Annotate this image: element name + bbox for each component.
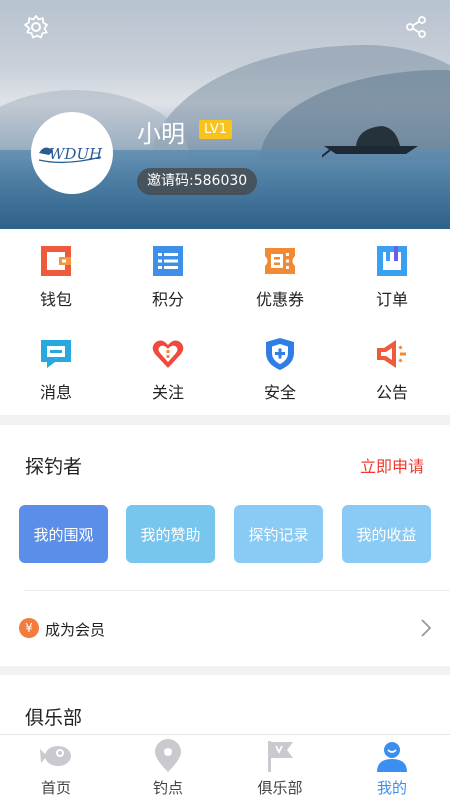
- grid-item-follow[interactable]: 关注: [112, 322, 224, 415]
- fish-icon: [40, 746, 71, 766]
- username: 小明: [137, 120, 185, 148]
- yuan-icon: ¥: [19, 618, 39, 638]
- heart-icon: [152, 340, 184, 368]
- avatar[interactable]: WDUH: [31, 112, 113, 194]
- grid-item-label: 公告: [375, 383, 408, 402]
- apply-now-link[interactable]: 立即申请: [360, 453, 424, 477]
- tab-label: 俱乐部: [257, 779, 303, 797]
- function-grid: 钱包 积分 优惠券 订单 消息 关注 安全 公告: [0, 229, 450, 415]
- tab-fishing-spots[interactable]: 钓点: [112, 735, 224, 800]
- wallet-icon: [41, 246, 71, 276]
- profile-header: WDUH 小明 LV1 邀请码:586030: [0, 0, 450, 229]
- message-icon: [41, 340, 71, 368]
- coupon-icon: [265, 248, 295, 274]
- tile-my-earnings[interactable]: 我的收益: [342, 505, 431, 563]
- grid-item-coupon[interactable]: 优惠券: [224, 229, 336, 322]
- grid-item-label: 消息: [39, 383, 72, 402]
- share-icon[interactable]: [403, 14, 429, 40]
- section-title: 探钓者: [25, 456, 83, 478]
- grid-item-label: 积分: [151, 290, 184, 309]
- section-title: 俱乐部: [25, 707, 83, 729]
- grid-item-notice[interactable]: 公告: [336, 322, 448, 415]
- shield-icon: [266, 338, 294, 370]
- grid-item-message[interactable]: 消息: [0, 322, 112, 415]
- grid-item-label: 优惠券: [255, 290, 304, 309]
- club-section: 俱乐部: [0, 675, 450, 735]
- points-icon: [153, 246, 183, 276]
- grid-item-label: 钱包: [39, 290, 72, 309]
- level-badge: LV1: [199, 120, 232, 139]
- order-icon: [377, 246, 407, 276]
- grid-item-label: 安全: [263, 383, 296, 402]
- tab-label: 首页: [40, 779, 71, 797]
- grid-item-label: 关注: [151, 383, 184, 402]
- location-pin-icon: [155, 739, 181, 772]
- tab-label: 钓点: [152, 779, 183, 797]
- become-member-label: 成为会员: [45, 621, 106, 639]
- invite-code[interactable]: 邀请码:586030: [137, 168, 258, 195]
- tile-my-sponsor[interactable]: 我的赞助: [126, 505, 215, 563]
- tile-my-watch[interactable]: 我的围观: [19, 505, 108, 563]
- tile-fishing-records[interactable]: 探钓记录: [234, 505, 323, 563]
- chevron-right-icon: [421, 619, 432, 637]
- grid-item-wallet[interactable]: 钱包: [0, 229, 112, 322]
- svg-text:WDUH: WDUH: [49, 145, 103, 163]
- grid-item-points[interactable]: 积分: [112, 229, 224, 322]
- bottom-tab-bar: 首页 钓点 俱乐部 我的: [0, 734, 450, 800]
- tab-club[interactable]: 俱乐部: [224, 735, 336, 800]
- grid-item-security[interactable]: 安全: [224, 322, 336, 415]
- tab-mine[interactable]: 我的: [336, 735, 448, 800]
- tab-home[interactable]: 首页: [0, 735, 112, 800]
- megaphone-icon: [377, 340, 406, 368]
- settings-icon[interactable]: [23, 14, 49, 40]
- explorer-section: 探钓者 立即申请 我的围观 我的赞助 探钓记录 我的收益 ¥ 成为会员: [0, 425, 450, 666]
- grid-item-order[interactable]: 订单: [336, 229, 448, 322]
- user-icon: [377, 742, 407, 772]
- tab-label: 我的: [376, 779, 407, 797]
- avatar-logo: WDUH: [38, 145, 103, 164]
- flag-icon: [268, 741, 293, 772]
- become-member-row[interactable]: ¥ 成为会员: [0, 591, 450, 666]
- grid-item-label: 订单: [375, 290, 408, 309]
- boat-illustration: [322, 126, 418, 158]
